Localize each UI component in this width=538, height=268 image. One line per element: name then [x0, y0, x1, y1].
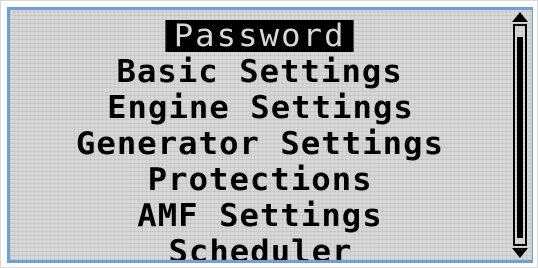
scrollbar-thumb[interactable] — [517, 37, 523, 238]
menu-item-label: Scheduler — [167, 234, 353, 263]
lcd-screen: Password Basic Settings Engine Settings … — [7, 7, 533, 263]
scrollbar-track[interactable] — [513, 24, 527, 246]
menu-item-scheduler[interactable]: Scheduler — [10, 234, 510, 263]
menu-item-label: Basic Settings — [116, 54, 404, 90]
settings-menu: Password Basic Settings Engine Settings … — [10, 20, 510, 260]
menu-item-label: AMF Settings — [137, 198, 383, 234]
menu-item-label: Generator Settings — [75, 126, 445, 162]
menu-item-generator-settings[interactable]: Generator Settings — [10, 128, 510, 162]
display-frame: Password Basic Settings Engine Settings … — [0, 0, 538, 268]
menu-item-protections[interactable]: Protections — [10, 164, 510, 198]
menu-item-label: Engine Settings — [106, 90, 414, 126]
menu-item-password[interactable]: Password — [10, 20, 510, 54]
scrollbar[interactable] — [512, 12, 528, 258]
menu-item-amf-settings[interactable]: AMF Settings — [10, 200, 510, 234]
menu-item-label: Protections — [147, 162, 373, 198]
triangle-down-icon[interactable] — [512, 248, 528, 258]
menu-item-engine-settings[interactable]: Engine Settings — [10, 92, 510, 126]
menu-item-label: Password — [165, 20, 355, 52]
triangle-up-icon[interactable] — [512, 12, 528, 22]
menu-item-basic-settings[interactable]: Basic Settings — [10, 56, 510, 90]
